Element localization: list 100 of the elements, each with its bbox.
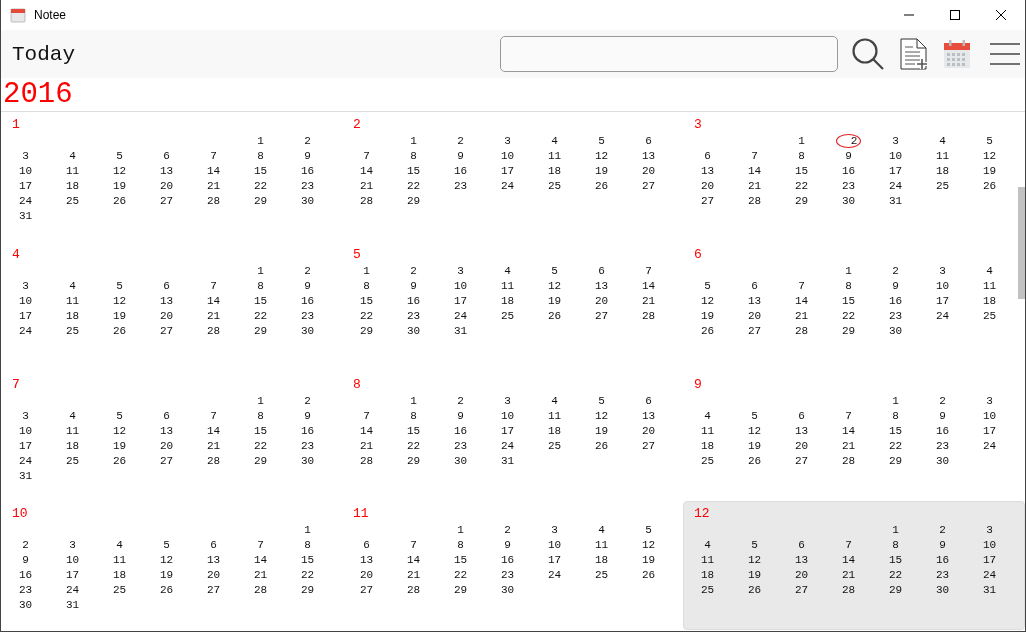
day-number[interactable]: 2 [892, 264, 899, 279]
day-number[interactable]: 16 [453, 424, 468, 439]
day-number[interactable]: 24 [935, 309, 950, 324]
day-number[interactable]: 23 [841, 179, 856, 194]
day-number[interactable]: 3 [22, 409, 29, 424]
day-number[interactable]: 28 [359, 194, 374, 209]
day-number[interactable]: 25 [500, 309, 515, 324]
day-number[interactable]: 28 [206, 454, 221, 469]
day-number[interactable]: 1 [892, 394, 899, 409]
day-number[interactable]: 21 [206, 179, 221, 194]
day-number[interactable]: 15 [300, 553, 315, 568]
day-number[interactable]: 25 [547, 179, 562, 194]
month-label[interactable]: 10 [12, 506, 28, 521]
day-number[interactable]: 4 [69, 149, 76, 164]
day-number[interactable]: 10 [500, 149, 515, 164]
day-number[interactable]: 13 [159, 294, 174, 309]
day-number[interactable]: 3 [504, 134, 511, 149]
day-number[interactable]: 12 [982, 149, 997, 164]
day-number[interactable]: 1 [798, 134, 805, 149]
day-number[interactable]: 19 [700, 309, 715, 324]
day-number[interactable]: 5 [116, 279, 123, 294]
day-number[interactable]: 30 [453, 454, 468, 469]
day-number[interactable]: 20 [159, 309, 174, 324]
day-number[interactable]: 28 [747, 194, 762, 209]
day-number[interactable]: 11 [65, 424, 80, 439]
day-number[interactable]: 14 [206, 294, 221, 309]
day-number[interactable]: 2 [457, 394, 464, 409]
day-number[interactable]: 19 [112, 179, 127, 194]
day-number[interactable]: 9 [457, 149, 464, 164]
day-number[interactable]: 8 [410, 409, 417, 424]
day-number[interactable]: 1 [410, 394, 417, 409]
day-number[interactable]: 19 [641, 553, 656, 568]
day-number[interactable]: 30 [300, 194, 315, 209]
day-number[interactable]: 6 [704, 149, 711, 164]
day-number[interactable]: 23 [935, 568, 950, 583]
day-number[interactable]: 2 [939, 523, 946, 538]
day-number[interactable]: 27 [594, 309, 609, 324]
day-number[interactable]: 15 [794, 164, 809, 179]
day-number[interactable]: 5 [116, 149, 123, 164]
day-number[interactable]: 11 [700, 424, 715, 439]
day-number[interactable]: 13 [359, 553, 374, 568]
day-number[interactable]: 10 [453, 279, 468, 294]
day-number[interactable]: 3 [22, 149, 29, 164]
day-number[interactable]: 12 [594, 409, 609, 424]
day-number[interactable]: 17 [982, 424, 997, 439]
day-number[interactable]: 17 [982, 553, 997, 568]
day-number[interactable]: 21 [206, 439, 221, 454]
day-number[interactable]: 17 [935, 294, 950, 309]
day-number[interactable]: 11 [547, 149, 562, 164]
day-number[interactable]: 14 [841, 424, 856, 439]
day-number[interactable]: 19 [594, 164, 609, 179]
day-number[interactable]: 26 [747, 454, 762, 469]
day-number[interactable]: 2 [304, 394, 311, 409]
day-number[interactable]: 29 [453, 583, 468, 598]
day-number[interactable]: 23 [453, 439, 468, 454]
day-number[interactable]: 23 [500, 568, 515, 583]
day-number[interactable]: 11 [547, 409, 562, 424]
day-number[interactable]: 13 [794, 553, 809, 568]
day-number[interactable]: 22 [406, 179, 421, 194]
day-number[interactable]: 1 [257, 134, 264, 149]
day-number[interactable]: 17 [18, 179, 33, 194]
day-number[interactable]: 17 [18, 439, 33, 454]
day-number[interactable]: 4 [504, 264, 511, 279]
day-number[interactable]: 5 [751, 538, 758, 553]
day-number[interactable]: 14 [359, 424, 374, 439]
day-number[interactable]: 6 [363, 538, 370, 553]
day-number[interactable]: 16 [406, 294, 421, 309]
month-label[interactable]: 9 [694, 377, 702, 392]
month-label[interactable]: 5 [353, 247, 361, 262]
day-number[interactable]: 18 [547, 424, 562, 439]
day-number[interactable]: 5 [645, 523, 652, 538]
day-number[interactable]: 2 [304, 264, 311, 279]
day-number[interactable]: 8 [798, 149, 805, 164]
day-number[interactable]: 15 [253, 164, 268, 179]
day-number[interactable]: 21 [406, 568, 421, 583]
day-number[interactable]: 22 [300, 568, 315, 583]
day-number[interactable]: 4 [704, 538, 711, 553]
day-number[interactable]: 19 [747, 439, 762, 454]
day-number[interactable]: 25 [982, 309, 997, 324]
day-number[interactable]: 8 [257, 149, 264, 164]
day-number[interactable]: 29 [794, 194, 809, 209]
day-number[interactable]: 3 [22, 279, 29, 294]
day-number[interactable]: 8 [410, 149, 417, 164]
day-number[interactable]: 10 [65, 553, 80, 568]
day-number[interactable]: 31 [982, 583, 997, 598]
day-number[interactable]: 21 [206, 309, 221, 324]
day-number[interactable]: 9 [504, 538, 511, 553]
day-number[interactable]: 3 [986, 394, 993, 409]
day-number[interactable]: 19 [547, 294, 562, 309]
month-label[interactable]: 1 [12, 117, 20, 132]
day-number[interactable]: 22 [453, 568, 468, 583]
day-number[interactable]: 17 [65, 568, 80, 583]
day-number[interactable]: 10 [982, 538, 997, 553]
day-number[interactable]: 4 [551, 394, 558, 409]
day-number[interactable]: 26 [700, 324, 715, 339]
day-number[interactable]: 7 [751, 149, 758, 164]
day-number[interactable]: 31 [18, 469, 33, 484]
day-number[interactable]: 24 [18, 194, 33, 209]
day-number[interactable]: 21 [641, 294, 656, 309]
month-label[interactable]: 7 [12, 377, 20, 392]
